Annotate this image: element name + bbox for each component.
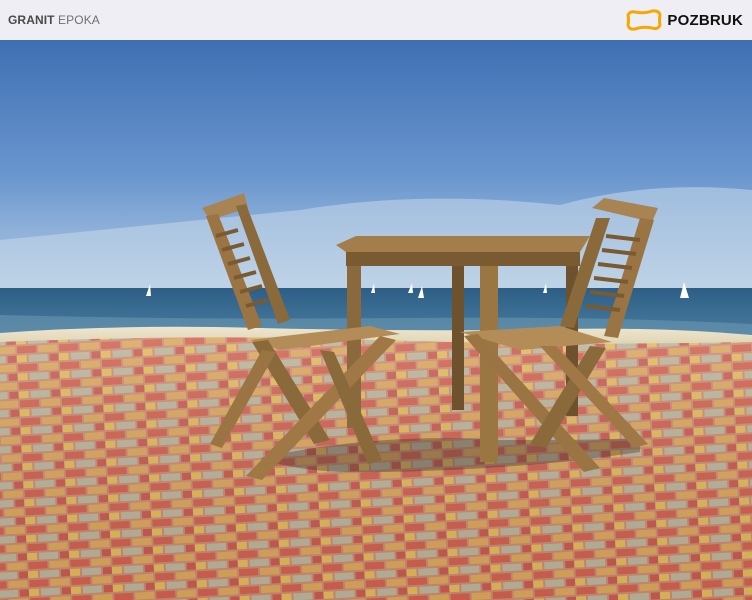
brand-logo-icon: [626, 9, 662, 31]
beach-terrace-photo: [0, 40, 752, 600]
header-bar: GRANIT EPOKA POZBRUK: [0, 0, 752, 40]
brand-logo[interactable]: POZBRUK: [625, 9, 743, 31]
product-name: EPOKA: [58, 13, 100, 27]
brand-name: POZBRUK: [667, 11, 743, 29]
product-title: GRANIT EPOKA: [8, 13, 100, 27]
product-line: GRANIT: [8, 13, 55, 27]
